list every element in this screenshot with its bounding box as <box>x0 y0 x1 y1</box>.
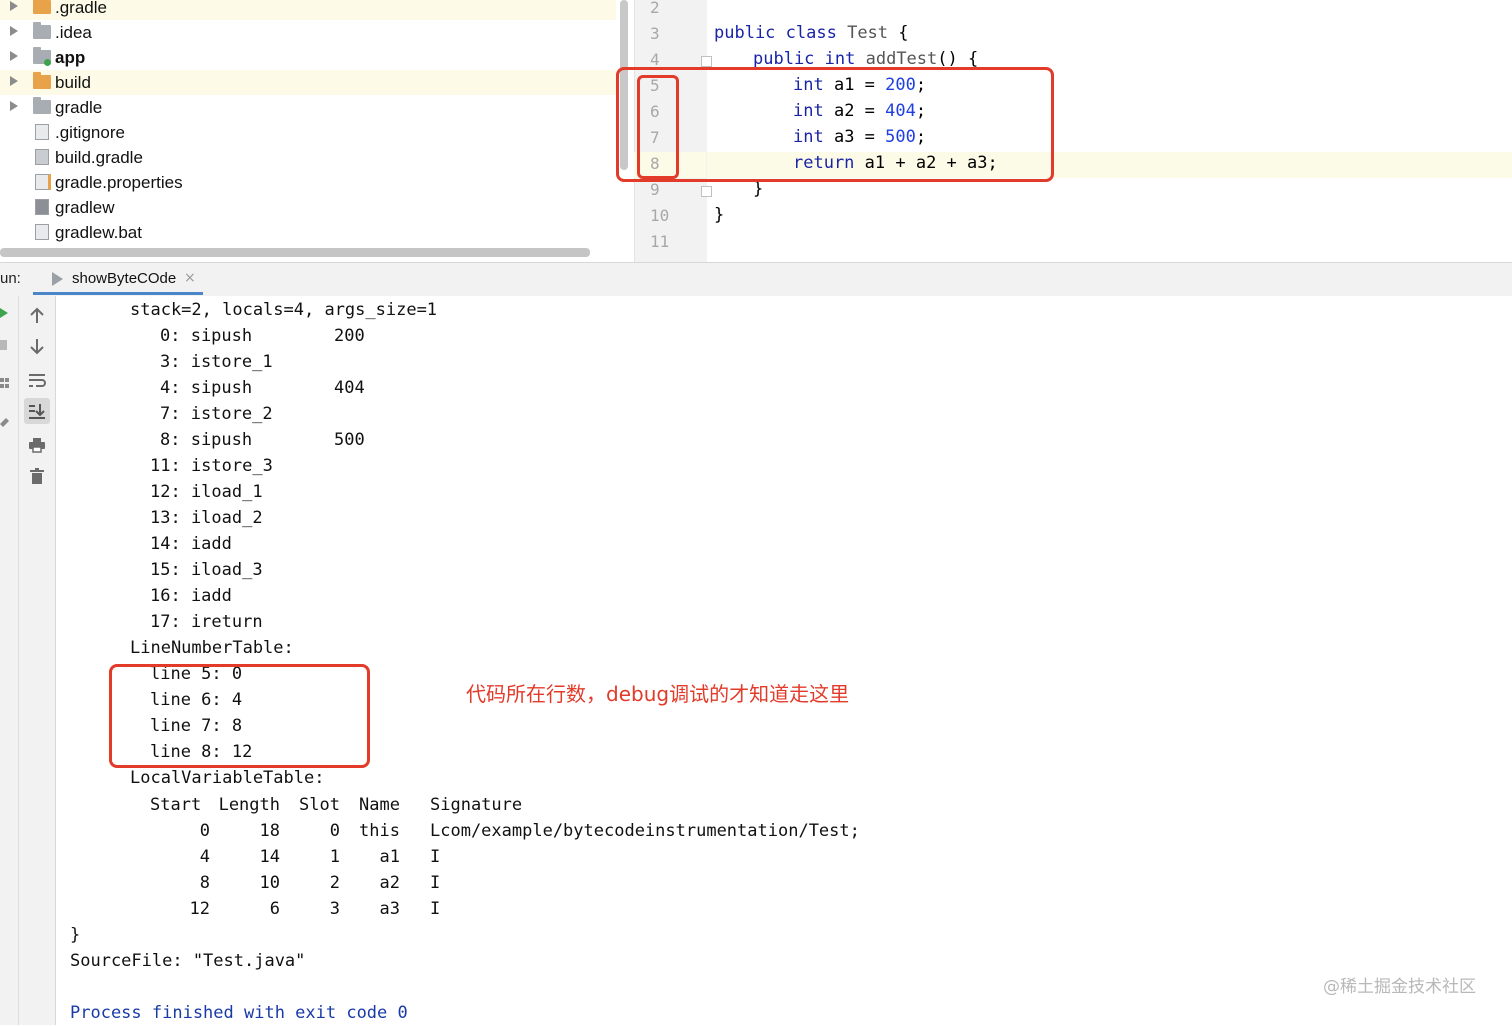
tree-item-build[interactable]: build <box>0 70 616 95</box>
table-row: 12 6 3 a3 I <box>189 899 441 919</box>
code-line-10: } <box>714 205 725 225</box>
run-panel-label: un: <box>0 270 21 287</box>
run-panel-header <box>0 262 1512 297</box>
line-number: 3 <box>650 24 660 43</box>
table-row: 4 14 1 a1 I <box>199 847 441 867</box>
properties-file-icon <box>35 174 51 190</box>
console-line: SourceFile: "Test.java" <box>70 951 306 971</box>
table-row: 0 18 0 this Lcom/example/bytecodeinstrum… <box>199 821 860 841</box>
folder-icon <box>33 0 51 14</box>
console-line: 4: sipush 404 <box>160 378 365 398</box>
line-number: 2 <box>650 0 660 17</box>
column-header: Name <box>359 795 400 815</box>
table-row: 8 10 2 a2 I <box>199 873 441 893</box>
console-line: 17: ireturn <box>150 612 263 632</box>
tree-item-gradle-dir[interactable]: .gradle <box>0 0 616 20</box>
tab-close-icon[interactable]: × <box>184 269 196 287</box>
column-header: Length <box>218 795 280 815</box>
down-arrow-icon[interactable] <box>24 334 50 360</box>
expand-arrow-icon[interactable] <box>10 51 18 61</box>
script-file-icon <box>35 199 49 215</box>
tree-item-gradlew[interactable]: gradlew <box>0 195 616 220</box>
expand-arrow-icon[interactable] <box>10 1 18 11</box>
ignore-file-icon <box>35 124 49 140</box>
rerun-icon <box>0 308 8 318</box>
process-finished-message: Process finished with exit code 0 <box>70 1003 408 1023</box>
expand-arrow-icon[interactable] <box>10 26 18 36</box>
run-config-icon <box>52 272 63 286</box>
up-arrow-icon[interactable] <box>24 302 50 328</box>
code-highlight-box <box>616 67 1054 182</box>
table-header-row: Start Length Slot Name Signature <box>150 792 860 818</box>
active-tab-indicator <box>33 292 203 295</box>
soft-wrap-icon[interactable] <box>24 367 50 393</box>
console-line: stack=2, locals=4, args_size=1 <box>130 300 438 320</box>
expand-arrow-icon[interactable] <box>10 76 18 86</box>
watermark: @稀土掘金技术社区 <box>1323 977 1476 997</box>
console-line: 16: iadd <box>150 586 232 606</box>
console-line: 14: iadd <box>150 534 232 554</box>
console-line: 0: sipush 200 <box>160 326 365 346</box>
tree-item-gradle-properties[interactable]: gradle.properties <box>0 170 616 195</box>
code-line-3: public class Test { <box>714 23 909 43</box>
annotation-note: 代码所在行数，debug调试的才知道走这里 <box>466 682 850 706</box>
folder-icon <box>33 22 51 39</box>
pin-icon <box>0 418 9 427</box>
line-number: 10 <box>650 206 670 225</box>
print-icon[interactable] <box>24 432 50 458</box>
tab-label: showByteCOde <box>72 270 177 287</box>
side-strip-icons <box>0 308 9 427</box>
console-line: 7: istore_2 <box>160 404 273 424</box>
run-side-strip <box>0 296 19 1025</box>
console-line: 13: iload_2 <box>150 508 263 528</box>
column-header: Slot <box>299 795 340 815</box>
module-badge-icon <box>44 59 51 66</box>
console-line: } <box>70 925 81 945</box>
fold-marker-icon[interactable] <box>701 186 712 197</box>
tree-item-build-gradle[interactable]: build.gradle <box>0 145 616 170</box>
local-variable-table: Start Length Slot Name Signature 0 18 0 … <box>150 792 860 922</box>
console-line: LocalVariableTable: <box>130 768 325 788</box>
line-number-highlight-box <box>637 75 679 179</box>
folder-icon <box>33 72 51 89</box>
folder-icon <box>33 97 51 114</box>
column-header: Signature <box>430 795 523 815</box>
project-tree: .gradle .idea app build gradle .gitignor… <box>0 0 616 262</box>
layout-icon <box>0 378 4 382</box>
scroll-to-end-icon[interactable] <box>24 398 50 424</box>
gradle-file-icon <box>35 149 49 165</box>
stop-icon <box>0 340 7 350</box>
tree-horizontal-scrollbar[interactable] <box>0 248 590 257</box>
trash-icon[interactable] <box>24 463 50 489</box>
tree-item-idea[interactable]: .idea <box>0 20 616 45</box>
line-number-table-highlight-box <box>109 664 370 768</box>
fold-marker-icon[interactable] <box>701 56 712 67</box>
tree-item-app[interactable]: app <box>0 45 616 70</box>
tree-item-gitignore[interactable]: .gitignore <box>0 120 616 145</box>
expand-arrow-icon[interactable] <box>10 101 18 111</box>
console-line: 8: sipush 500 <box>160 430 365 450</box>
console-line: 11: istore_3 <box>150 456 273 476</box>
tree-item-gradlew-bat[interactable]: gradlew.bat <box>0 220 616 245</box>
console-line: 15: iload_3 <box>150 560 263 580</box>
console-line: 3: istore_1 <box>160 352 273 372</box>
console-line: 12: iload_1 <box>150 482 263 502</box>
text-file-icon <box>35 224 49 240</box>
console-line: LineNumberTable: <box>130 638 294 658</box>
line-number: 11 <box>650 232 670 251</box>
column-header: Start <box>150 795 202 815</box>
tree-item-gradle[interactable]: gradle <box>0 95 616 120</box>
